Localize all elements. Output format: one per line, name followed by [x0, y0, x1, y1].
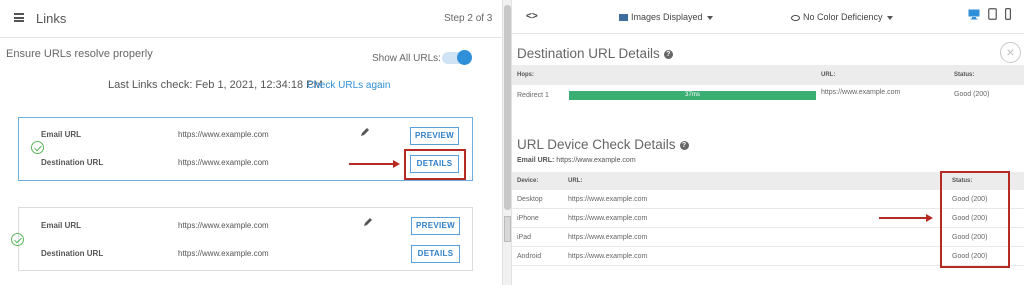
show-all-urls-toggle[interactable]	[442, 50, 472, 65]
desktop-view-icon[interactable]	[968, 9, 980, 20]
device-email-url: Email URL: https://www.example.com	[517, 157, 636, 164]
destination-url-label: Destination URL	[41, 249, 104, 258]
url-column-header: URL:	[821, 72, 836, 78]
email-url-value: https://www.example.com	[178, 221, 269, 230]
check-urls-again-link[interactable]: Check URLs again	[307, 80, 390, 91]
preview-toolbar: <> Images Displayed No Color Deficiency	[512, 0, 1024, 34]
device-column-header: Device:	[517, 178, 539, 184]
step-indicator: Step 2 of 3	[444, 13, 493, 24]
chevron-down-icon	[886, 15, 893, 20]
device-name: iPad	[517, 234, 532, 241]
hop-label: Redirect 1	[517, 92, 549, 99]
destination-url-value: https://www.example.com	[178, 249, 269, 258]
device-url: https://www.example.com	[568, 215, 648, 222]
device-name: Desktop	[517, 196, 543, 203]
phone-view-icon[interactable]	[1005, 8, 1011, 20]
details-panel: <> Images Displayed No Color Deficiency …	[512, 0, 1024, 285]
url-column-header: URL:	[568, 178, 583, 184]
hops-column-header: Hops:	[517, 72, 534, 78]
panel-resize-handle[interactable]	[504, 216, 511, 242]
destination-url-details-title: Destination URL Details?	[517, 46, 673, 61]
tablet-view-icon[interactable]	[988, 8, 997, 20]
url-device-check-title: URL Device Check Details?	[517, 137, 689, 152]
preview-button[interactable]: PREVIEW	[411, 217, 460, 235]
details-highlight-box	[404, 149, 466, 180]
highlight-arrow-icon	[393, 160, 400, 168]
help-icon[interactable]: ?	[679, 140, 689, 150]
email-url-label: Email URL	[41, 130, 82, 139]
last-links-check: Last Links check: Feb 1, 2021, 12:34:18 …	[108, 79, 323, 91]
color-deficiency-dropdown[interactable]: No Color Deficiency	[791, 12, 893, 22]
links-header: Links Step 2 of 3	[0, 0, 502, 38]
email-url-label: Email URL	[41, 221, 82, 230]
status-highlight-box	[940, 171, 1010, 268]
link-card-2: Email URL https://www.example.com PREVIE…	[11, 207, 473, 271]
hop-url: https://www.example.com	[821, 89, 901, 96]
destination-url-label: Destination URL	[41, 158, 104, 167]
code-view-icon[interactable]: <>	[526, 11, 538, 22]
chevron-down-icon	[706, 15, 713, 20]
edit-pencil-icon[interactable]	[363, 217, 373, 227]
details-button[interactable]: DETAILS	[411, 245, 460, 263]
device-url: https://www.example.com	[568, 253, 648, 260]
highlight-arrow-line	[879, 217, 927, 219]
preview-button[interactable]: PREVIEW	[410, 127, 459, 145]
page-title: Links	[36, 11, 67, 26]
device-url: https://www.example.com	[568, 196, 648, 203]
highlight-arrow-line	[349, 163, 394, 165]
image-icon	[619, 14, 628, 22]
hamburger-menu-icon[interactable]	[14, 13, 24, 22]
scrollbar[interactable]	[502, 0, 512, 285]
email-url-value: https://www.example.com	[178, 130, 269, 139]
response-time-bar: 37ms	[569, 91, 816, 100]
check-circle-icon	[31, 141, 44, 154]
destination-url-value: https://www.example.com	[178, 158, 269, 167]
device-name: iPhone	[517, 215, 539, 222]
check-circle-icon	[11, 233, 24, 246]
device-name: Android	[517, 253, 542, 260]
close-icon[interactable]: ×	[1000, 42, 1021, 63]
response-time-label: 37ms	[685, 92, 700, 98]
status-column-header: Status:	[954, 72, 975, 78]
help-icon[interactable]: ?	[663, 49, 673, 59]
toggle-knob	[457, 50, 472, 65]
scrollbar-thumb[interactable]	[504, 5, 511, 210]
hops-table-header: Hops: URL: Status:	[512, 65, 1024, 85]
eye-icon	[791, 14, 800, 21]
ensure-urls-label: Ensure URLs resolve properly	[6, 48, 153, 60]
edit-pencil-icon[interactable]	[360, 127, 370, 137]
device-url: https://www.example.com	[568, 234, 648, 241]
highlight-arrow-icon	[926, 214, 933, 222]
show-all-urls-label: Show All URLs:	[372, 53, 441, 64]
images-displayed-dropdown[interactable]: Images Displayed	[619, 12, 713, 22]
hop-status: Good (200)	[954, 91, 990, 98]
links-panel: Links Step 2 of 3 Ensure URLs resolve pr…	[0, 0, 502, 285]
